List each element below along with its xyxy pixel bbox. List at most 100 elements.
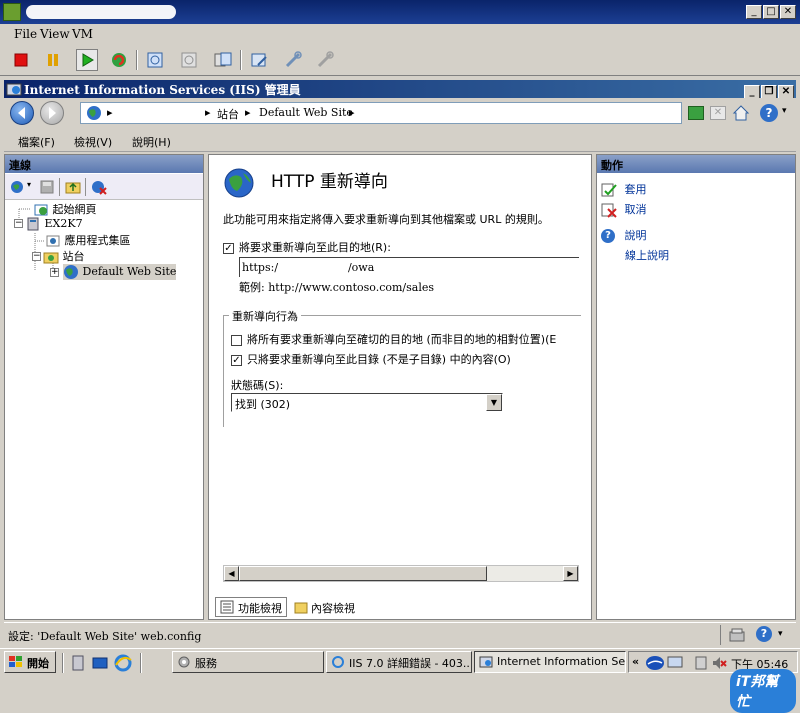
connections-header: 連線 <box>5 155 203 173</box>
maximize-button[interactable]: □ <box>763 5 779 19</box>
menu-file[interactable]: 檔案(F) <box>18 134 55 150</box>
help-dropdown-icon[interactable]: ▾ <box>782 106 787 116</box>
tree-app-pools[interactable]: 應用程式集區 <box>45 232 131 249</box>
taskbar-ie-error-label: IIS 7.0 詳細錯誤 - 403.... <box>349 657 472 670</box>
only-directory-row[interactable]: ✓ 只將要求重新導向至此目錄 (不是子目錄) 中的內容(O) <box>231 351 511 367</box>
action-help[interactable]: ? 說明 <box>601 227 647 243</box>
language-bar-icon[interactable] <box>645 655 665 671</box>
status-code-select[interactable]: 找到 (302) ▼ <box>231 393 503 412</box>
apply-icon <box>601 183 617 197</box>
iis-title-bar: Internet Information Services (IIS) 管理員 … <box>4 80 796 99</box>
action-help-label: 說明 <box>624 229 647 242</box>
status-help-icon[interactable]: ? <box>756 626 772 642</box>
revert-icon[interactable] <box>178 49 200 71</box>
breadcrumb-default-web-site[interactable]: Default Web Site <box>259 106 353 119</box>
redirect-checkbox-label: 將要求重新導向至此目的地(R): <box>239 241 391 254</box>
status-help-dropdown-icon[interactable]: ▾ <box>778 629 783 639</box>
pause-icon[interactable] <box>42 49 64 71</box>
dropdown-arrow-icon[interactable]: ▼ <box>486 394 502 411</box>
action-cancel[interactable]: 取消 <box>601 201 647 218</box>
vm-menu-vm[interactable]: VM <box>72 27 93 41</box>
minimize-button[interactable]: _ <box>746 5 762 19</box>
exact-destination-row[interactable]: 將所有要求重新導向至確切的目的地 (而非目的地的相對位置)(E <box>231 331 579 347</box>
tree-sites[interactable]: 站台 <box>43 248 85 265</box>
ithome-watermark: iT邦幫忙 <box>730 669 796 713</box>
address-chevron-icon[interactable]: ▸ <box>245 106 251 119</box>
scroll-right-icon[interactable]: ▶ <box>563 566 578 581</box>
iis-minimize-button[interactable]: _ <box>744 85 760 99</box>
address-chevron-icon[interactable]: ▸ <box>349 106 355 119</box>
redirect-checkbox[interactable]: ✓ <box>223 242 234 254</box>
save-icon[interactable] <box>39 179 55 195</box>
status-bar-text: 設定: 'Default Web Site' web.config <box>8 630 202 643</box>
volume-muted-icon[interactable] <box>711 655 727 671</box>
play-icon[interactable] <box>76 49 98 71</box>
up-folder-icon[interactable] <box>65 179 81 195</box>
only-directory-label: 只將要求重新導向至此目錄 (不是子目錄) 中的內容(O) <box>247 353 511 366</box>
tree-collapse-server-icon[interactable]: − <box>14 219 23 228</box>
tree-collapse-sites-icon[interactable]: − <box>32 252 41 261</box>
tree-default-web-site[interactable]: Default Web Site <box>63 264 177 280</box>
tools-disabled-icon[interactable] <box>314 49 336 71</box>
connect-dropdown-icon[interactable]: ▾ <box>27 180 31 189</box>
server-manager-icon[interactable] <box>70 655 86 671</box>
vm-menu-file[interactable]: File <box>14 27 37 41</box>
action-online-help[interactable]: 線上說明 <box>625 247 669 263</box>
tray-app-icon[interactable] <box>693 655 709 671</box>
scroll-left-icon[interactable]: ◀ <box>224 566 239 581</box>
menu-help[interactable]: 說明(H) <box>132 134 171 150</box>
forward-button[interactable] <box>40 101 64 125</box>
exact-destination-checkbox[interactable] <box>231 334 242 346</box>
feature-title: HTTP 重新導向 <box>271 172 388 192</box>
home-icon[interactable] <box>732 104 750 122</box>
snapshot-manager-icon[interactable] <box>212 49 234 71</box>
iis-restore-button[interactable]: ❐ <box>761 85 777 99</box>
breadcrumb-sites[interactable]: 站台 <box>217 106 239 122</box>
help-circle-icon: ? <box>601 229 615 243</box>
tray-expand-icon[interactable]: « <box>632 655 639 668</box>
tab-content-view[interactable]: 內容檢視 <box>293 599 359 617</box>
stop-icon[interactable] <box>10 49 32 71</box>
connect-globe-icon[interactable] <box>9 179 25 195</box>
snapshot-icon[interactable] <box>144 49 166 71</box>
ie-icon[interactable] <box>114 654 132 672</box>
horizontal-scrollbar[interactable]: ◀ ▶ <box>223 565 579 582</box>
address-chevron-icon[interactable]: ▸ <box>205 106 211 119</box>
taskbar-iis-manager[interactable]: Internet Information Ser... <box>474 651 626 673</box>
refresh-icon[interactable] <box>688 106 704 120</box>
action-apply[interactable]: 套用 <box>601 181 647 198</box>
stop-nav-icon[interactable]: ✕ <box>710 106 726 120</box>
exact-destination-label: 將所有要求重新導向至確切的目的地 (而非目的地的相對位置)(E <box>247 333 557 346</box>
destination-input[interactable]: https:/ /owa <box>239 257 579 277</box>
menu-view[interactable]: 檢視(V) <box>74 134 112 150</box>
vm-title-bar: _ □ ✕ <box>0 0 800 24</box>
feature-panel: HTTP 重新導向 此功能可用來指定將傳入要求重新導向到其他檔案或 URL 的規… <box>208 154 592 620</box>
show-desktop-icon[interactable] <box>92 655 108 671</box>
address-chevron-icon[interactable]: ▸ <box>107 106 113 119</box>
vm-menu-view[interactable]: View <box>40 27 70 41</box>
address-bar-row: ▸ ▸ 站台 ▸ Default Web Site ▸ ✕ ? ▾ <box>4 98 796 128</box>
tree-server[interactable]: EX2K7 <box>25 216 83 232</box>
tree-expand-site-icon[interactable]: + <box>50 268 59 277</box>
back-button[interactable] <box>10 101 34 125</box>
iis-close-button[interactable]: ✕ <box>778 85 794 99</box>
settings-icon[interactable] <box>248 49 270 71</box>
reset-icon[interactable] <box>108 49 130 71</box>
taskbar-ie-error[interactable]: IIS 7.0 詳細錯誤 - 403.... <box>326 651 472 673</box>
windows-logo-icon <box>9 656 22 667</box>
sites-folder-icon <box>43 252 59 264</box>
disconnect-icon[interactable] <box>91 179 107 195</box>
tab-features-view[interactable]: 功能檢視 <box>215 597 287 617</box>
redirect-behavior-title: 重新導向行為 <box>229 308 301 324</box>
network-tray-icon[interactable] <box>667 655 683 671</box>
redirect-checkbox-row[interactable]: ✓ 將要求重新導向至此目的地(R): <box>223 239 391 255</box>
scrollbar-thumb[interactable] <box>239 566 487 581</box>
ie-window-icon <box>332 656 344 668</box>
tools-icon[interactable] <box>282 49 304 71</box>
only-directory-checkbox[interactable]: ✓ <box>231 354 242 366</box>
address-bar[interactable]: ▸ ▸ 站台 ▸ Default Web Site ▸ <box>80 102 682 124</box>
help-icon[interactable]: ? <box>760 104 778 122</box>
start-button[interactable]: 開始 <box>4 651 56 673</box>
taskbar-services[interactable]: 服務 <box>172 651 324 673</box>
close-button[interactable]: ✕ <box>780 5 796 19</box>
